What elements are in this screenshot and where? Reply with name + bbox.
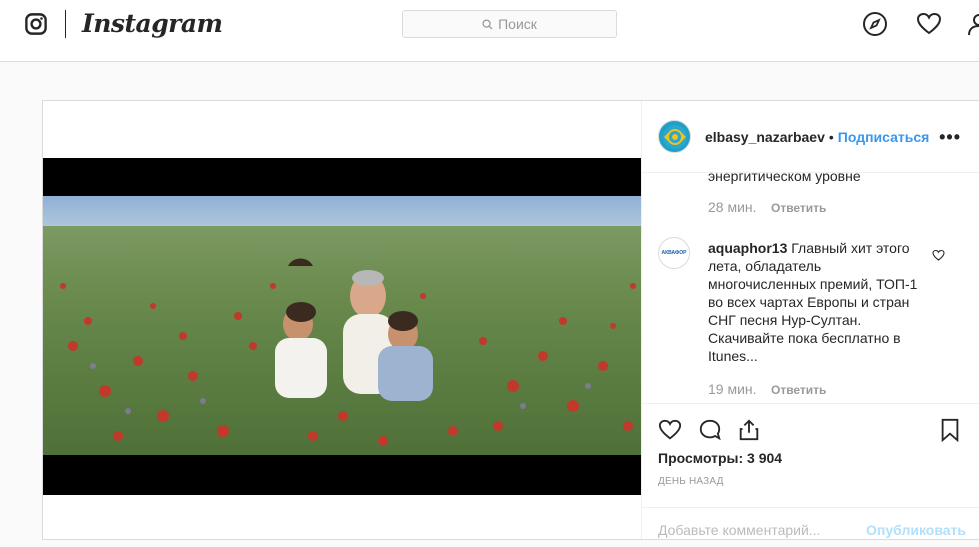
video-field <box>43 226 641 455</box>
profile-icon[interactable] <box>966 11 979 37</box>
emblem-icon <box>662 124 687 149</box>
add-comment-bar: Добавьте комментарий... Опубликовать <box>642 507 979 547</box>
avatar[interactable] <box>658 120 691 153</box>
follow-button[interactable]: Подписаться <box>838 129 930 145</box>
search-placeholder: Поиск <box>498 16 537 32</box>
comment-body: aquaphor13 Главный хит этого лета, облад… <box>708 239 920 365</box>
people-figures <box>275 258 433 401</box>
post-date: ДЕНЬ НАЗАД <box>658 476 724 487</box>
publish-button[interactable]: Опубликовать <box>866 522 966 538</box>
more-options-button[interactable]: ••• <box>939 127 961 148</box>
video-player[interactable] <box>43 158 641 495</box>
post-sidebar: elbasy_nazarbaev • Подписаться ••• энерг… <box>641 101 979 539</box>
comment-time: 19 мин. <box>708 381 757 397</box>
reply-button[interactable]: Ответить <box>771 201 826 215</box>
video-frame <box>43 196 641 455</box>
comment-meta: 28 мин. Ответить <box>708 199 968 217</box>
post-actions: Просмотры: 3 904 ДЕНЬ НАЗАД <box>642 403 979 507</box>
comment-avatar[interactable]: АКВАФОР <box>658 237 690 269</box>
share-icon[interactable] <box>737 418 761 442</box>
instagram-camera-icon[interactable] <box>25 13 47 35</box>
post-username[interactable]: elbasy_nazarbaev <box>705 129 825 145</box>
heart-icon[interactable] <box>916 11 942 37</box>
instagram-wordmark[interactable]: Instagram <box>82 9 223 38</box>
separator-dot: • <box>828 128 834 145</box>
comment-text: энергитическом уровне <box>708 173 861 184</box>
search-icon <box>482 18 493 30</box>
comment-meta: 19 мин. Ответить <box>708 381 948 399</box>
avatar-brand-text: АКВАФОР <box>661 250 687 256</box>
like-icon[interactable] <box>658 418 682 442</box>
comment-like-icon[interactable] <box>932 249 945 262</box>
poppy-field-illustration <box>60 258 636 446</box>
views-count[interactable]: Просмотры: 3 904 <box>658 450 782 466</box>
search-box[interactable]: Поиск <box>402 10 617 38</box>
bookmark-icon[interactable] <box>938 418 962 442</box>
comments-list[interactable]: энергитическом уровне 28 мин. Ответить А… <box>642 173 979 403</box>
comment-icon[interactable] <box>698 418 722 442</box>
comment-item: энергитическом уровне 28 мин. Ответить <box>708 173 968 217</box>
post-media <box>43 101 641 539</box>
reply-button[interactable]: Ответить <box>771 383 826 397</box>
comment-username[interactable]: aquaphor13 <box>708 240 787 256</box>
comment-text: Главный хит этого лета, обладатель много… <box>708 240 918 364</box>
post-card: elbasy_nazarbaev • Подписаться ••• энерг… <box>42 100 979 540</box>
comment-time: 28 мин. <box>708 199 757 215</box>
compass-icon[interactable] <box>862 11 888 37</box>
comment-input[interactable]: Добавьте комментарий... <box>658 522 820 538</box>
post-header: elbasy_nazarbaev • Подписаться ••• <box>642 101 979 173</box>
logo-divider <box>65 10 66 38</box>
top-navigation-bar: Instagram Поиск <box>0 0 979 62</box>
